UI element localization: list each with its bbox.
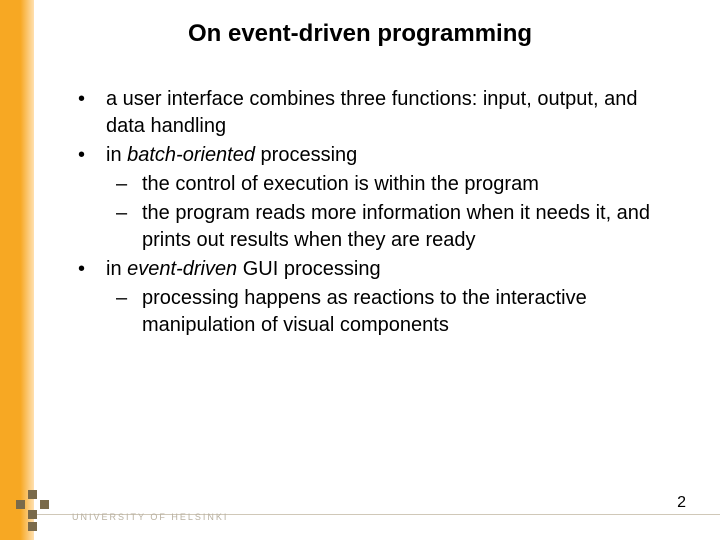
- slide-footer: UNIVERSITY OF HELSINKI 2: [0, 492, 720, 540]
- list-item: the program reads more information when …: [70, 200, 680, 254]
- list-item: in batch-oriented processing: [70, 142, 680, 169]
- list-item: a user interface combines three function…: [70, 86, 680, 140]
- text-emphasis: batch-oriented: [127, 144, 255, 166]
- slide-content: On event-driven programming a user inter…: [70, 20, 680, 341]
- list-item: the control of execution is within the p…: [70, 171, 680, 198]
- text: in: [106, 144, 127, 166]
- list-item: processing happens as reactions to the i…: [70, 285, 680, 339]
- university-name: UNIVERSITY OF HELSINKI: [72, 512, 228, 522]
- slide-title: On event-driven programming: [40, 20, 680, 48]
- page-number: 2: [677, 494, 686, 512]
- text: in: [106, 258, 127, 280]
- text: GUI processing: [237, 258, 380, 280]
- university-logo-icon: [10, 488, 62, 532]
- text-emphasis: event-driven: [127, 258, 237, 280]
- bullet-list: a user interface combines three function…: [70, 86, 680, 339]
- text: processing: [255, 144, 357, 166]
- list-item: in event-driven GUI processing: [70, 256, 680, 283]
- left-accent-stripe: [0, 0, 34, 540]
